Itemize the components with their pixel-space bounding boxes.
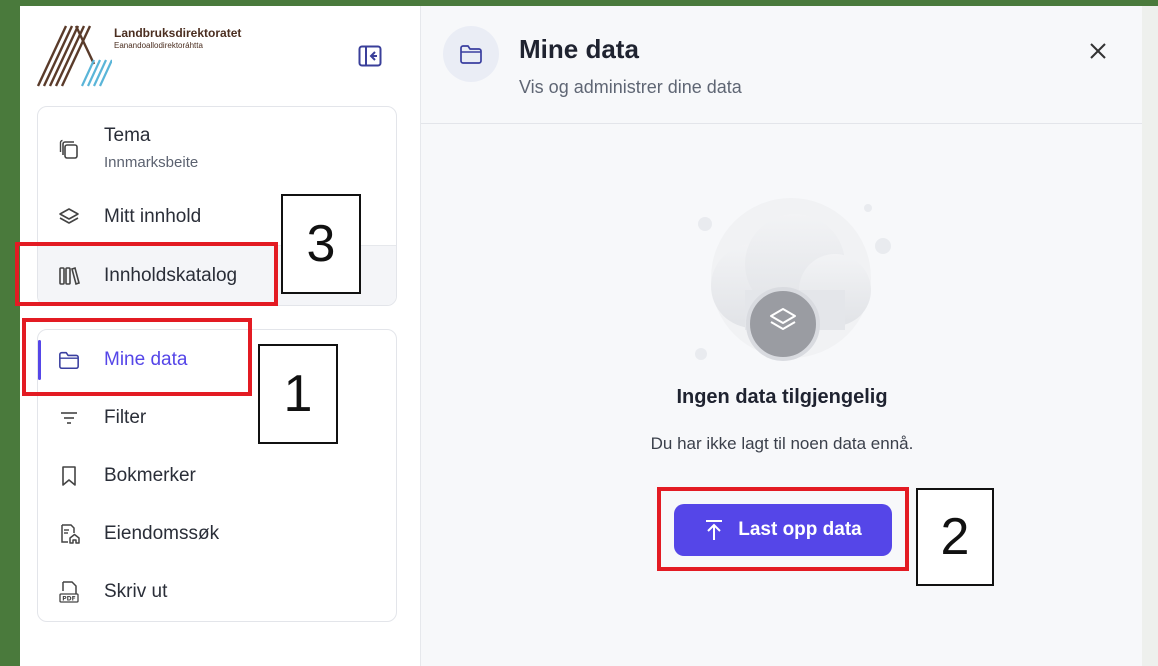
- empty-state-title: Ingen data tilgjengelig: [676, 386, 888, 408]
- sidebar-item-tema[interactable]: Tema Innmarksbeite: [38, 121, 396, 177]
- sidebar-item-label: Tema: [104, 125, 151, 146]
- sidebar-item-label: Bokmerker: [104, 465, 196, 486]
- logo-mark-icon: [36, 25, 112, 87]
- bookmark-icon: [58, 465, 80, 487]
- svg-text:PDF: PDF: [62, 596, 75, 603]
- panel-header: Mine data Vis og administrer dine data: [421, 6, 1142, 124]
- sidebar-item-bokmerker[interactable]: Bokmerker: [38, 450, 396, 502]
- logo: Landbruksdirektoratet Eanandoallodirekto…: [36, 24, 276, 88]
- map-background: [1140, 6, 1158, 666]
- annotation-number-2: 2: [916, 488, 994, 586]
- annotation-number-3: 3: [281, 194, 361, 294]
- highlight-upload-button: [657, 487, 909, 571]
- sidebar-item-filter[interactable]: Filter: [38, 392, 396, 444]
- collapse-sidebar-button[interactable]: [356, 42, 384, 70]
- sidebar-item-sublabel: Innmarksbeite: [104, 154, 199, 171]
- close-button[interactable]: [1085, 38, 1111, 64]
- sidebar-item-eiendomssok[interactable]: Eiendomssøk: [38, 508, 396, 560]
- property-search-icon: [58, 523, 80, 545]
- stack-copy-icon: [58, 139, 80, 161]
- highlight-mine-data: [22, 318, 252, 396]
- filter-lines-icon: [58, 407, 80, 429]
- sidebar-item-label: Filter: [104, 407, 147, 428]
- logo-title: Landbruksdirektoratet: [114, 26, 242, 40]
- sidebar-collapse-icon: [358, 45, 382, 67]
- sidebar-item-label: Skriv ut: [104, 581, 168, 602]
- empty-state-cloud-icon: [695, 198, 891, 361]
- annotation-number-1: 1: [258, 344, 338, 444]
- sidebar-item-label: Eiendomssøk: [104, 523, 220, 544]
- close-icon: [1090, 43, 1106, 59]
- sidebar-item-skriv-ut[interactable]: PDF Skriv ut: [38, 566, 396, 618]
- page-title: Mine data: [519, 34, 639, 64]
- empty-state-text: Du har ikke lagt til noen data ennå.: [650, 434, 914, 453]
- sidebar-item-label: Mitt innhold: [104, 206, 202, 227]
- layers-icon: [58, 206, 80, 228]
- pdf-file-icon: PDF: [58, 581, 80, 603]
- header-folder-icon: [443, 26, 499, 82]
- page-subtitle: Vis og administrer dine data: [519, 77, 742, 97]
- highlight-innholdskatalog: [15, 242, 278, 306]
- logo-subtitle: Eanandoallodirektoráhtta: [114, 41, 203, 50]
